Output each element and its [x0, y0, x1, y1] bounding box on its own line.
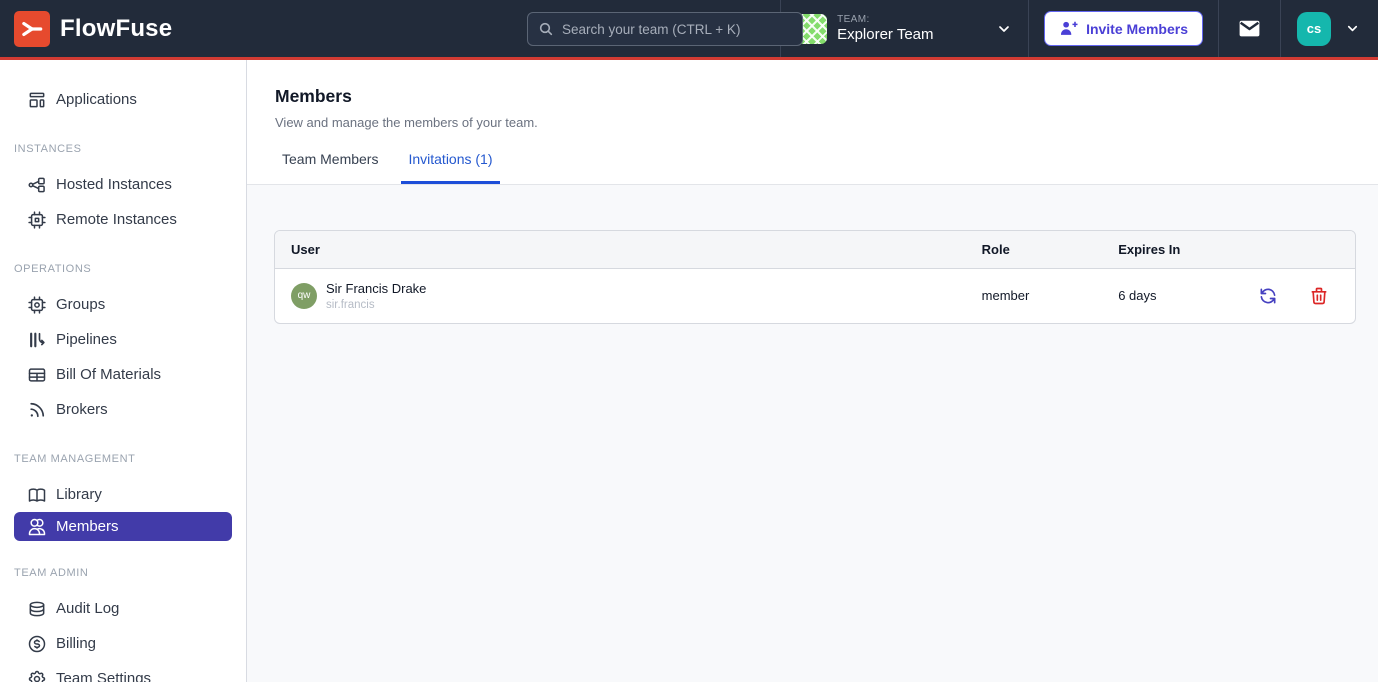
- search-icon: [538, 21, 554, 37]
- column-header-actions: [1242, 231, 1355, 269]
- invitee-name: Sir Francis Drake: [326, 281, 426, 297]
- sidebar-item-remote-instances[interactable]: Remote Instances: [0, 202, 246, 237]
- sidebar-item-label: Applications: [56, 91, 137, 108]
- invitations-table: User Role Expires In qw: [274, 230, 1356, 324]
- sidebar-item-label: Remote Instances: [56, 211, 177, 228]
- team-name: Explorer Team: [837, 26, 933, 43]
- tab-bar: Team Members Invitations (1): [275, 151, 1378, 184]
- notifications-cell[interactable]: [1218, 0, 1280, 57]
- invite-members-button[interactable]: Invite Members: [1044, 11, 1203, 46]
- invitee-username: sir.francis: [326, 299, 426, 311]
- sidebar-item-pipelines[interactable]: Pipelines: [0, 322, 246, 357]
- sidebar-item-label: Groups: [56, 296, 105, 313]
- invitation-row: qw Sir Francis Drake sir.francis member …: [275, 269, 1355, 323]
- groups-icon: [27, 295, 47, 315]
- applications-icon: [27, 90, 47, 110]
- resend-invite-button[interactable]: [1258, 286, 1278, 306]
- hosted-instances-icon: [27, 175, 47, 195]
- tab-team-members[interactable]: Team Members: [275, 151, 385, 184]
- avatar: qw: [291, 283, 317, 309]
- table-header-row: User Role Expires In: [275, 231, 1355, 269]
- sidebar-item-label: Audit Log: [56, 600, 119, 617]
- chevron-down-icon: [996, 21, 1012, 37]
- sidebar-item-billing[interactable]: Billing: [0, 626, 246, 661]
- invitations-panel: User Role Expires In qw: [247, 185, 1378, 682]
- user-menu[interactable]: cs: [1280, 0, 1378, 57]
- mail-icon: [1237, 16, 1262, 41]
- sidebar-section-team-management: TEAM MANAGEMENT: [14, 453, 246, 465]
- library-icon: [27, 485, 47, 505]
- sidebar-item-team-settings[interactable]: Team Settings: [0, 661, 246, 682]
- invite-expires-in: 6 days: [1102, 269, 1242, 323]
- user-add-icon: [1059, 19, 1078, 38]
- sidebar-item-hosted-instances[interactable]: Hosted Instances: [0, 167, 246, 202]
- sidebar-item-label: Library: [56, 486, 102, 503]
- team-selector[interactable]: TEAM: Explorer Team: [780, 0, 1028, 57]
- tab-invitations[interactable]: Invitations (1): [401, 151, 499, 184]
- sidebar-item-label: Billing: [56, 635, 96, 652]
- sidebar-section-team-admin: TEAM ADMIN: [14, 567, 246, 579]
- invite-members-cell: Invite Members: [1028, 0, 1218, 57]
- team-search[interactable]: [527, 12, 803, 46]
- sidebar-item-brokers[interactable]: Brokers: [0, 392, 246, 427]
- navbar-right-cluster: TEAM: Explorer Team Invite Members: [780, 0, 1378, 57]
- chevron-down-icon: [1345, 21, 1360, 36]
- sidebar-item-bill-of-materials[interactable]: Bill Of Materials: [0, 357, 246, 392]
- sidebar-item-applications[interactable]: Applications: [0, 82, 246, 117]
- column-header-user: User: [275, 231, 966, 269]
- user-avatar: cs: [1297, 12, 1331, 46]
- trash-icon: [1309, 286, 1329, 306]
- page-header: Members View and manage the members of y…: [247, 60, 1378, 185]
- sidebar-section-instances: INSTANCES: [14, 143, 246, 155]
- team-label: TEAM:: [837, 14, 933, 26]
- main-content: Members View and manage the members of y…: [247, 60, 1378, 682]
- flowfuse-logo[interactable]: FlowFuse: [0, 11, 172, 47]
- remote-instances-icon: [27, 210, 47, 230]
- sidebar-item-label: Team Settings: [56, 670, 151, 682]
- billing-icon: [27, 634, 47, 654]
- delete-invite-button[interactable]: [1309, 286, 1329, 306]
- brand-name: FlowFuse: [60, 15, 172, 43]
- sidebar-item-groups[interactable]: Groups: [0, 287, 246, 322]
- members-icon: [27, 517, 47, 537]
- sidebar-item-label: Pipelines: [56, 331, 117, 348]
- sidebar-item-label: Brokers: [56, 401, 108, 418]
- audit-log-icon: [27, 599, 47, 619]
- sidebar-item-label: Bill Of Materials: [56, 366, 161, 383]
- sidebar: Applications INSTANCES Hosted Instances: [0, 60, 247, 682]
- flowfuse-logo-icon: [14, 11, 50, 47]
- sidebar-section-operations: OPERATIONS: [14, 263, 246, 275]
- team-settings-icon: [27, 669, 47, 682]
- page-title: Members: [275, 86, 1378, 107]
- sidebar-item-label: Hosted Instances: [56, 176, 172, 193]
- brokers-icon: [27, 400, 47, 420]
- bill-of-materials-icon: [27, 365, 47, 385]
- sidebar-item-audit-log[interactable]: Audit Log: [0, 591, 246, 626]
- top-navbar: FlowFuse TEAM: Explorer Team: [0, 0, 1378, 60]
- invite-members-label: Invite Members: [1086, 21, 1188, 37]
- page-subtitle: View and manage the members of your team…: [275, 115, 1378, 130]
- pipelines-icon: [27, 330, 47, 350]
- column-header-role: Role: [966, 231, 1103, 269]
- refresh-icon: [1258, 286, 1278, 306]
- sidebar-item-library[interactable]: Library: [0, 477, 246, 512]
- column-header-expires-in: Expires In: [1102, 231, 1242, 269]
- sidebar-item-members[interactable]: Members: [14, 512, 232, 541]
- invitee-role: member: [966, 269, 1103, 323]
- search-input[interactable]: [562, 22, 792, 37]
- sidebar-item-label: Members: [56, 518, 119, 535]
